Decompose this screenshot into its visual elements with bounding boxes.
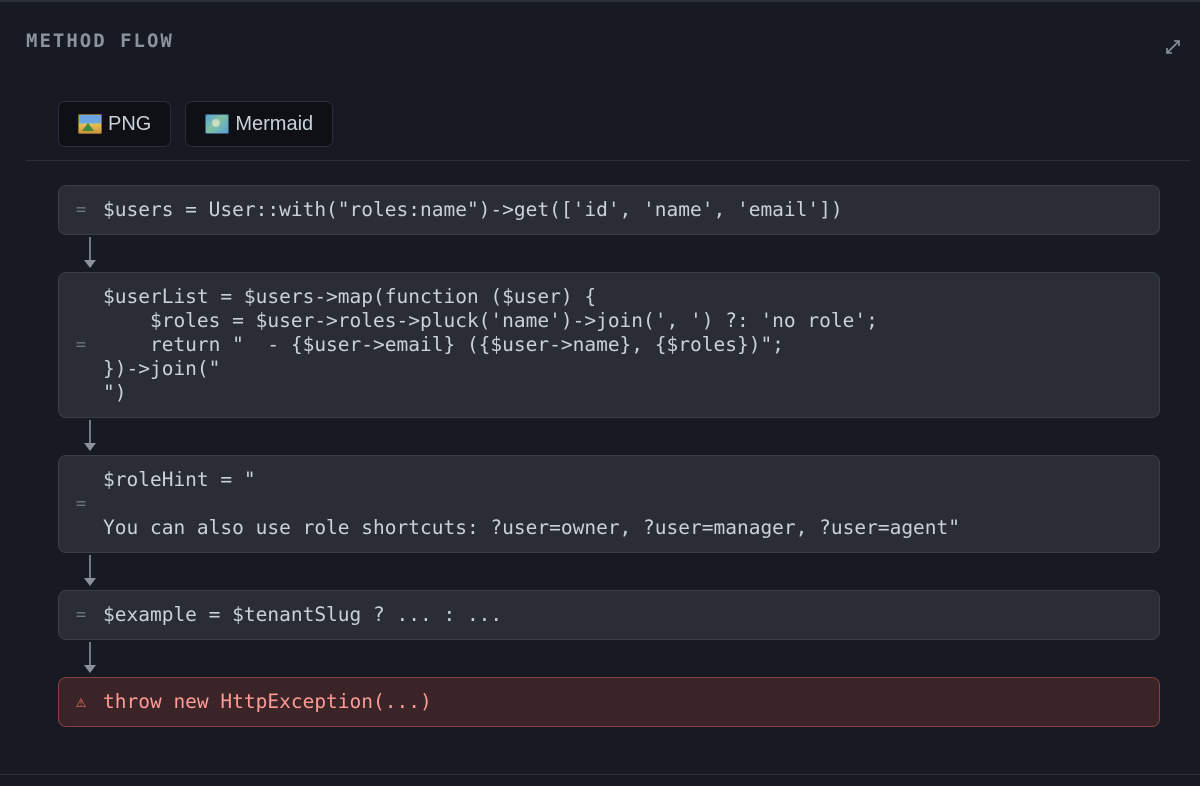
flow-connector [68, 640, 112, 677]
flow-node-code: $userList = $users->map(function ($user)… [103, 285, 878, 404]
image-icon [78, 114, 102, 134]
method-flow-panel: METHOD FLOW PNG Mermaid = $users = User:… [0, 0, 1200, 786]
assignment-marker: = [75, 200, 87, 220]
arrow-down-icon [84, 555, 96, 586]
assignment-marker: = [75, 335, 87, 355]
assignment-marker: = [75, 494, 87, 514]
export-png-button[interactable]: PNG [58, 101, 172, 147]
export-toolbar: PNG Mermaid [58, 101, 334, 147]
flow-node-assignment[interactable]: = $roleHint = " You can also use role sh… [58, 455, 1160, 553]
flow-node-assignment[interactable]: = $example = $tenantSlug ? ... : ... [58, 590, 1160, 640]
export-png-label: PNG [108, 112, 152, 135]
flow-node-assignment[interactable]: = $users = User::with("roles:name")->get… [58, 185, 1160, 235]
export-mermaid-button[interactable]: Mermaid [185, 101, 334, 147]
warning-icon: ⚠ [75, 692, 87, 712]
flow-connector [68, 235, 112, 272]
flow-diagram: = $users = User::with("roles:name")->get… [58, 185, 1160, 727]
assignment-marker: = [75, 605, 87, 625]
flow-node-code: throw new HttpException(...) [103, 690, 432, 713]
toolbar-divider [26, 160, 1190, 161]
flow-node-code: $example = $tenantSlug ? ... : ... [103, 603, 503, 626]
flow-node-assignment[interactable]: = $userList = $users->map(function ($use… [58, 272, 1160, 418]
panel-bottom-divider [0, 774, 1200, 775]
flow-connector [68, 418, 112, 455]
flow-node-throw[interactable]: ⚠ throw new HttpException(...) [58, 677, 1160, 727]
panel-title: METHOD FLOW [26, 30, 174, 52]
expand-icon[interactable] [1164, 38, 1182, 56]
export-mermaid-label: Mermaid [235, 112, 314, 135]
arrow-down-icon [84, 420, 96, 451]
flow-connector [68, 553, 112, 590]
flow-node-code: $users = User::with("roles:name")->get([… [103, 198, 843, 221]
arrow-down-icon [84, 642, 96, 673]
arrow-down-icon [84, 237, 96, 268]
map-icon [205, 114, 230, 134]
flow-node-code: $roleHint = " You can also use role shor… [103, 468, 961, 539]
